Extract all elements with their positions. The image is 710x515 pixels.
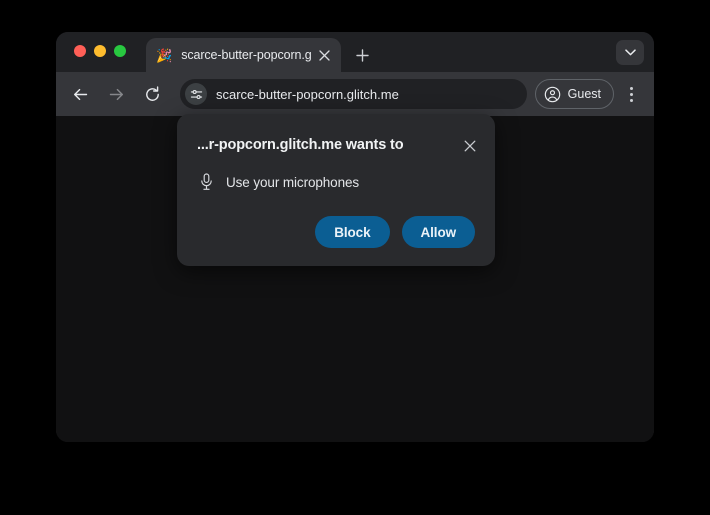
party-popper-favicon: 🎉 bbox=[156, 47, 173, 63]
tab-strip: 🎉 scarce-butter-popcorn.glitch. bbox=[56, 32, 654, 72]
address-bar-url: scarce-butter-popcorn.glitch.me bbox=[216, 86, 399, 102]
new-tab-button[interactable] bbox=[350, 43, 374, 67]
menu-dot bbox=[629, 92, 633, 96]
minimize-window-button[interactable] bbox=[94, 45, 106, 57]
page-content-area: ...r-popcorn.glitch.me wants to Use your… bbox=[56, 114, 654, 442]
reload-button[interactable] bbox=[138, 80, 166, 108]
menu-dot bbox=[629, 98, 633, 102]
back-button[interactable] bbox=[66, 80, 94, 108]
maximize-window-button[interactable] bbox=[114, 45, 126, 57]
browser-toolbar: scarce-butter-popcorn.glitch.me Guest bbox=[56, 72, 654, 116]
forward-button[interactable] bbox=[102, 80, 130, 108]
allow-button[interactable]: Allow bbox=[401, 216, 475, 248]
forward-arrow-icon bbox=[109, 88, 123, 100]
block-button[interactable]: Block bbox=[315, 216, 390, 248]
tab-title: scarce-butter-popcorn.glitch. bbox=[181, 48, 311, 62]
browser-tab-active[interactable]: 🎉 scarce-butter-popcorn.glitch. bbox=[146, 38, 341, 72]
back-arrow-icon bbox=[73, 88, 87, 100]
close-tab-icon[interactable] bbox=[315, 46, 333, 64]
menu-dot bbox=[629, 86, 633, 90]
chevron-down-icon bbox=[624, 49, 636, 56]
dialog-actions: Block Allow bbox=[315, 216, 475, 248]
profile-button[interactable]: Guest bbox=[534, 79, 614, 109]
microphone-icon bbox=[198, 172, 214, 192]
window-controls bbox=[74, 45, 126, 57]
close-window-button[interactable] bbox=[74, 45, 86, 57]
dialog-header: ...r-popcorn.glitch.me wants to bbox=[177, 114, 495, 157]
browser-window: 🎉 scarce-butter-popcorn.glitch. bbox=[56, 32, 654, 442]
account-circle-icon bbox=[544, 86, 560, 102]
tune-sliders-icon[interactable] bbox=[185, 83, 207, 105]
permission-row: Use your microphones bbox=[177, 157, 495, 192]
profile-label: Guest bbox=[567, 87, 601, 101]
three-dot-menu-icon[interactable] bbox=[618, 80, 644, 108]
reload-icon bbox=[145, 85, 159, 101]
microphone-permission-dialog: ...r-popcorn.glitch.me wants to Use your… bbox=[177, 114, 495, 266]
dialog-close-icon[interactable] bbox=[459, 135, 481, 157]
screenshot-root: 🎉 scarce-butter-popcorn.glitch. bbox=[0, 0, 710, 515]
address-bar[interactable]: scarce-butter-popcorn.glitch.me bbox=[180, 79, 527, 109]
tab-search-button[interactable] bbox=[616, 40, 644, 65]
dialog-title: ...r-popcorn.glitch.me wants to bbox=[197, 137, 404, 153]
permission-label: Use your microphones bbox=[226, 174, 360, 190]
plus-icon bbox=[355, 48, 369, 62]
